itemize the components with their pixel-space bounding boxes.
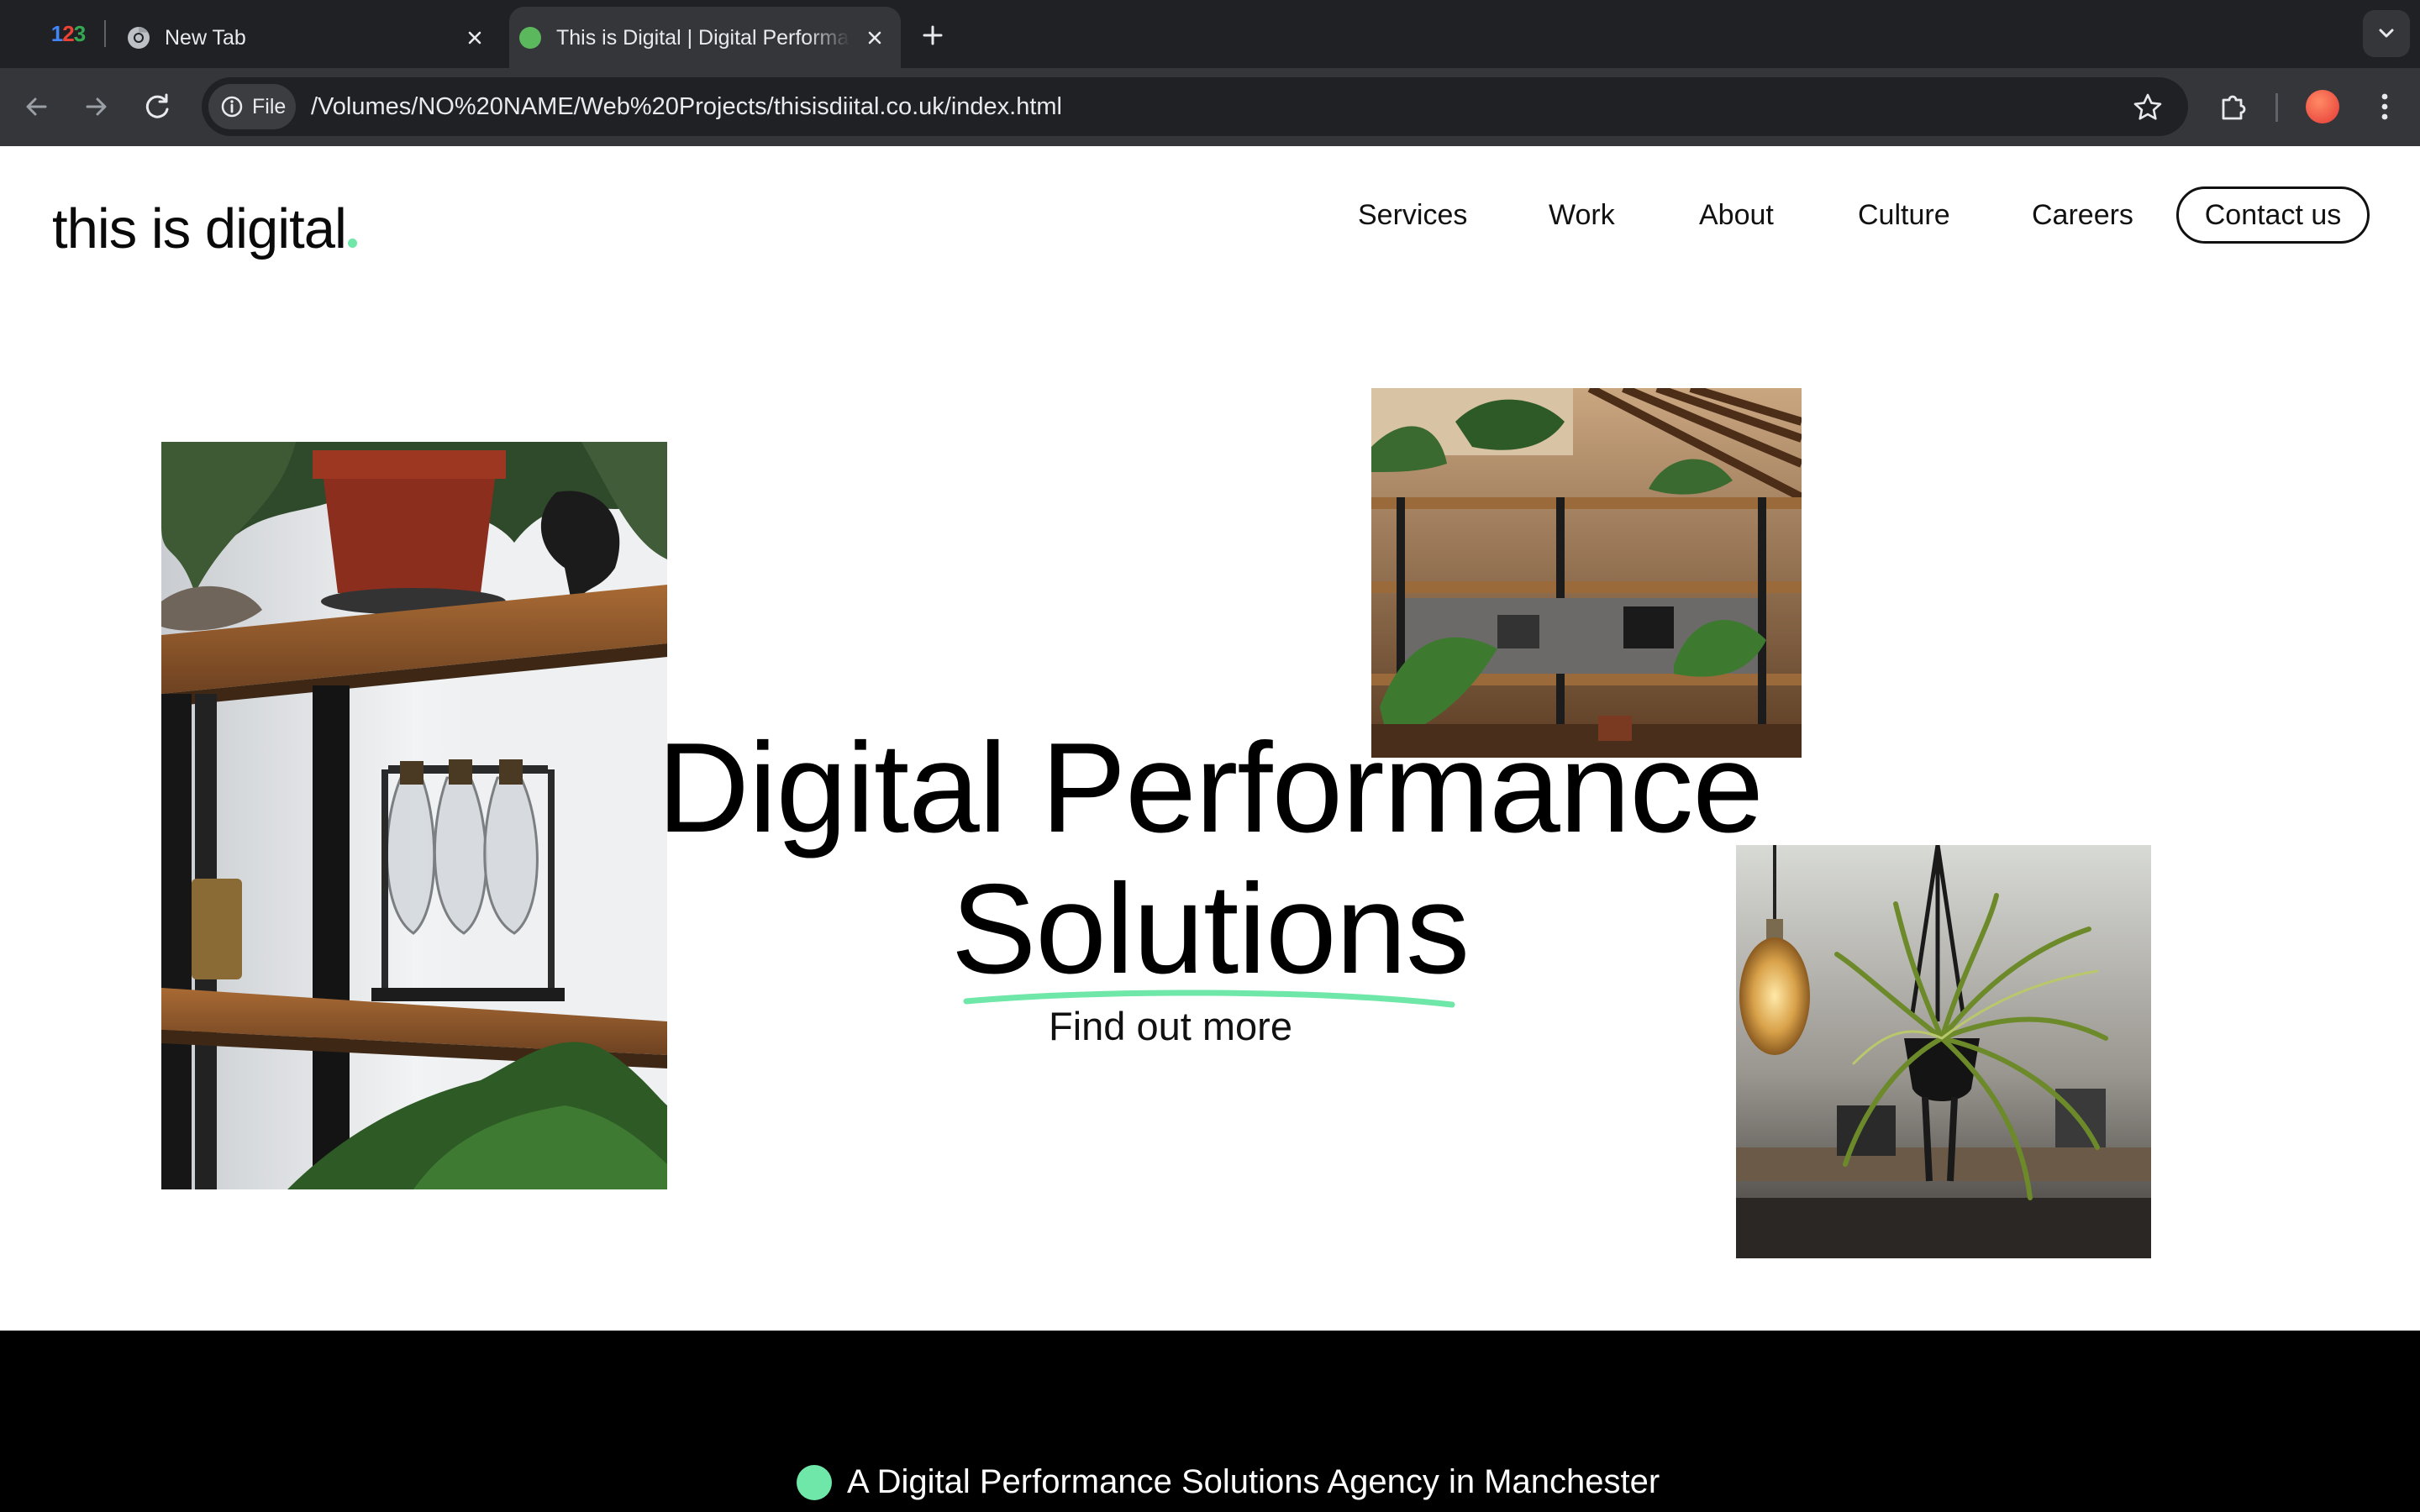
hero-headline-line-1: Digital Performance [657,717,1764,859]
nav-work[interactable]: Work [1549,198,1615,232]
reload-icon[interactable] [138,87,178,127]
hero-headline-line-2: Solutions [950,858,1470,1000]
pinned-tab-numbers-icon[interactable]: 123 [39,17,97,50]
tab-search-button[interactable] [2363,10,2410,57]
extensions-puzzle-icon[interactable] [2215,88,2252,125]
logo-accent-dot [347,239,357,248]
site-favicon-icon [519,27,541,49]
agency-tagline: A Digital Performance Solutions Agency i… [847,1463,1660,1500]
agency-accent-dot [797,1465,832,1500]
hero-photo-hanging-plant [1736,845,2151,1258]
contact-us-label: Contact us [2204,198,2342,231]
back-arrow-icon[interactable] [17,87,57,127]
profile-avatar[interactable] [2306,90,2339,123]
tab-title: New Tab [165,26,246,50]
bookmark-star-icon[interactable] [2131,91,2165,124]
contact-us-button[interactable]: Contact us [2176,186,2370,244]
browser-tab-strip: 123 New Tab This is Digital | Digital Pe… [0,0,2420,68]
tab-separator [104,20,106,47]
close-tab-icon[interactable] [860,24,889,52]
tab-this-is-digital[interactable]: This is Digital | Digital Performance So… [509,7,901,68]
nav-culture[interactable]: Culture [1858,198,1950,232]
nav-careers[interactable]: Careers [2032,198,2133,232]
find-out-more-link[interactable]: Find out more [1049,1003,1292,1049]
address-bar[interactable]: File /Volumes/NO%20NAME/Web%20Projects/t… [202,77,2188,136]
chrome-icon [128,26,150,49]
logo-text: this is digital [52,197,347,260]
hero-photo-office-shelves [1371,388,1802,758]
more-vertical-icon[interactable] [2370,88,2400,125]
nav-about[interactable]: About [1699,198,1774,232]
new-tab-plus-icon[interactable] [916,18,950,52]
file-chip-label: File [252,94,287,118]
forward-arrow-icon[interactable] [76,87,116,127]
tab-new-tab[interactable]: New Tab [118,7,501,68]
hero-photo-shelf [161,442,667,1189]
tab-title: This is Digital | Digital Performance So… [556,26,850,50]
url-text[interactable]: /Volumes/NO%20NAME/Web%20Projects/thisis… [311,92,1062,121]
nav-services[interactable]: Services [1358,198,1467,232]
chevron-down-icon [2379,29,2394,38]
site-logo[interactable]: this is digital [52,197,357,261]
web-page: this is digital Services Work About Cult… [0,146,2420,1512]
close-tab-icon[interactable] [460,24,489,52]
toolbar-divider [2275,93,2278,122]
site-info-chip[interactable]: File [208,84,296,129]
browser-toolbar: File /Volumes/NO%20NAME/Web%20Projects/t… [0,68,2420,146]
hero-headline: Digital Performance Solutions [655,717,1765,1000]
info-icon [221,96,243,118]
